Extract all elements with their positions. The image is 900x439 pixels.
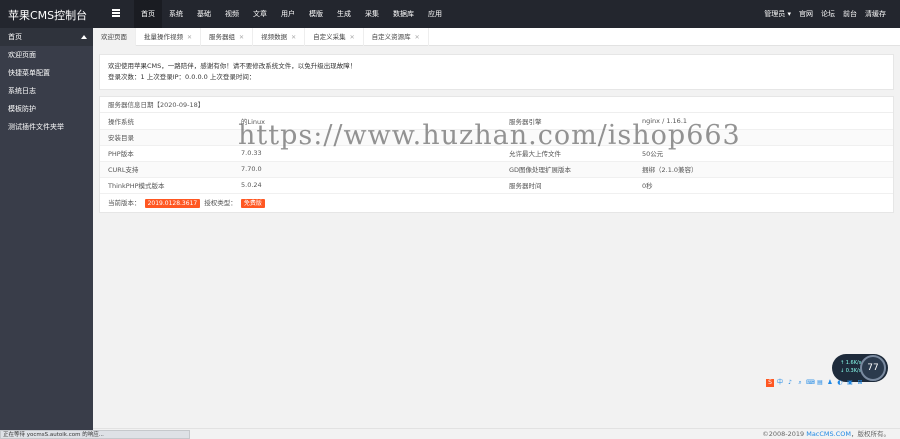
sidebar-group-home[interactable]: 首页: [0, 28, 93, 46]
info-value: 捆绑（2.1.0兼容）: [634, 161, 893, 178]
top-nav-apps[interactable]: 应用: [421, 0, 449, 28]
close-icon[interactable]: ✕: [239, 34, 244, 41]
welcome-message: 欢迎使用苹果CMS，一路陪伴，感谢有你！请不要修改系统文件，以免升级出现故障！: [108, 62, 357, 70]
info-label: GD图像处理扩展版本: [501, 161, 634, 178]
sidebar-item-welcome[interactable]: 欢迎页面: [0, 46, 93, 64]
footer: ©2008-2019 MacCMS.COM，版权所有。: [93, 428, 900, 439]
download-speed: ↓ 0.3K/s: [840, 368, 862, 374]
login-info: 登录次数：1 上次登录IP：0.0.0.0 上次登录时间：: [108, 73, 256, 81]
info-value: 0秒: [634, 177, 893, 194]
sidebar-group-label: 首页: [8, 33, 22, 41]
info-label: 操作系统: [100, 113, 233, 130]
speed-lines: ↑ 1.6K/s ↓ 0.3K/s: [840, 359, 861, 375]
info-label: 服务器时间: [501, 177, 634, 194]
info-label: ThinkPHP模式版本: [100, 177, 233, 194]
app-title: 苹果CMS控制台: [8, 9, 88, 22]
memory-usage-gauge: 77: [860, 355, 886, 381]
license-badge: 免费版: [240, 198, 265, 208]
welcome-box: 欢迎使用苹果CMS，一路陪伴，感谢有你！请不要修改系统文件，以免升级出现故障！ …: [99, 54, 894, 90]
ime-logo-icon[interactable]: S: [766, 379, 774, 387]
tab-custom-collect[interactable]: 自定义采集 ✕: [305, 28, 364, 46]
tab-label: 批量操作视频: [144, 33, 183, 41]
forum-link[interactable]: 论坛: [817, 0, 839, 28]
main-content: 欢迎使用苹果CMS，一路陪伴，感谢有你！请不要修改系统文件，以免升级出现故障！ …: [93, 46, 900, 428]
top-nav-template[interactable]: 模版: [302, 0, 330, 28]
top-nav-generate[interactable]: 生成: [330, 0, 358, 28]
user-icon[interactable]: ♟: [826, 379, 834, 387]
server-info-card: 服务器信息日期【2020-09-18】 操作系统 的Linux 服务器引擎 ng…: [99, 96, 894, 213]
top-nav-collect[interactable]: 采集: [358, 0, 386, 28]
sidebar-item-template-guard[interactable]: 模板防护: [0, 100, 93, 118]
official-site-link[interactable]: 官网: [795, 0, 817, 28]
tab-label: 视频数据: [261, 33, 288, 41]
sidebar: 首页 欢迎页面 快捷菜单配置 系统日志 模板防护 测试插件文件夹举: [0, 28, 93, 439]
sidebar-item-system-log[interactable]: 系统日志: [0, 82, 93, 100]
top-bar: 苹果CMS控制台 首页 系统 基础 视频 文章 用户 模版 生成 采集 数据库 …: [0, 0, 900, 28]
copyright: ©2008-2019 MacCMS.COM，版权所有。: [762, 429, 890, 439]
top-nav-system[interactable]: 系统: [162, 0, 190, 28]
watermark: https://www.huzhan.com/ishop663: [238, 120, 741, 151]
copyright-link[interactable]: MacCMS.COM: [806, 430, 851, 438]
close-icon[interactable]: ✕: [187, 34, 192, 41]
caret-up-icon: [81, 35, 87, 39]
upload-speed: ↑ 1.6K/s: [840, 360, 862, 366]
admin-menu[interactable]: 管理员 ▾: [760, 0, 795, 28]
version-badge: 2019.0128.3617: [144, 198, 201, 208]
close-icon[interactable]: ✕: [415, 34, 420, 41]
close-icon[interactable]: ✕: [291, 34, 296, 41]
table-row: ThinkPHP模式版本 5.0.24 服务器时间 0秒: [100, 177, 893, 194]
table-row: CURL支持 7.70.0 GD图像处理扩展版本 捆绑（2.1.0兼容）: [100, 161, 893, 178]
top-right-links: 管理员 ▾ 官网 论坛 前台 清缓存: [760, 0, 890, 28]
tab-server-group[interactable]: 服务器组 ✕: [201, 28, 254, 46]
info-label: 安装目录: [100, 129, 233, 146]
tab-welcome[interactable]: 欢迎页面: [93, 28, 136, 46]
tab-label: 自定义资源库: [371, 33, 411, 41]
license-label: 授权类型：: [204, 198, 237, 207]
skin-icon[interactable]: ◐: [836, 379, 844, 387]
copyright-prefix: ©2008-2019: [762, 430, 807, 438]
network-speed-widget[interactable]: ↑ 1.6K/s ↓ 0.3K/s 77: [832, 354, 888, 382]
close-icon[interactable]: ✕: [350, 34, 355, 41]
info-label: CURL支持: [100, 161, 233, 178]
language-icon[interactable]: 中: [776, 379, 784, 387]
tab-video-data[interactable]: 视频数据 ✕: [253, 28, 306, 46]
tab-label: 自定义采集: [313, 33, 346, 41]
top-nav-article[interactable]: 文章: [246, 0, 274, 28]
search-icon[interactable]: ⌕: [796, 379, 804, 387]
tab-bar: 欢迎页面 批量操作视频 ✕ 服务器组 ✕ 视频数据 ✕ 自定义采集 ✕ 自定义资源库 ✕: [93, 28, 900, 46]
voice-icon[interactable]: ♪: [786, 379, 794, 387]
tab-batch-video[interactable]: 批量操作视频 ✕: [136, 28, 202, 46]
sidebar-item-test-plugin[interactable]: 测试插件文件夹举: [0, 118, 93, 136]
browser-status-bar: 正在等待 yocmsS.autoik.com 的响应...: [0, 430, 190, 439]
info-value: 5.0.24: [233, 177, 501, 194]
info-label: PHP版本: [100, 145, 233, 162]
top-nav-user[interactable]: 用户: [274, 0, 302, 28]
tool-icon[interactable]: ▣: [846, 379, 854, 387]
sidebar-item-quick-menu[interactable]: 快捷菜单配置: [0, 64, 93, 82]
top-nav-home[interactable]: 首页: [134, 0, 162, 28]
top-nav-database[interactable]: 数据库: [386, 0, 421, 28]
menu-icon[interactable]: ▤: [816, 379, 824, 387]
ime-toolbar: S 中 ♪ ⌕ ⌨ ▤ ♟ ◐ ▣ ⊞: [766, 379, 866, 389]
version-row: 当前版本： 2019.0128.3617 授权类型： 免费版: [100, 194, 893, 212]
copyright-suffix: ，版权所有。: [851, 430, 890, 438]
info-value: 7.70.0: [233, 161, 501, 178]
grid-icon[interactable]: ⊞: [856, 379, 864, 387]
tab-label: 欢迎页面: [101, 33, 127, 41]
top-nav: 首页 系统 基础 视频 文章 用户 模版 生成 采集 数据库 应用: [134, 0, 449, 28]
keyboard-icon[interactable]: ⌨: [806, 379, 815, 387]
menu-toggle-icon[interactable]: [112, 8, 122, 18]
top-nav-video[interactable]: 视频: [218, 0, 246, 28]
top-nav-basic[interactable]: 基础: [190, 0, 218, 28]
frontend-link[interactable]: 前台: [839, 0, 861, 28]
tab-custom-resource[interactable]: 自定义资源库 ✕: [364, 28, 429, 46]
version-label: 当前版本：: [108, 198, 141, 207]
server-info-title: 服务器信息日期【2020-09-18】: [100, 97, 893, 113]
tab-label: 服务器组: [209, 33, 236, 41]
clear-cache-link[interactable]: 清缓存: [861, 0, 890, 28]
